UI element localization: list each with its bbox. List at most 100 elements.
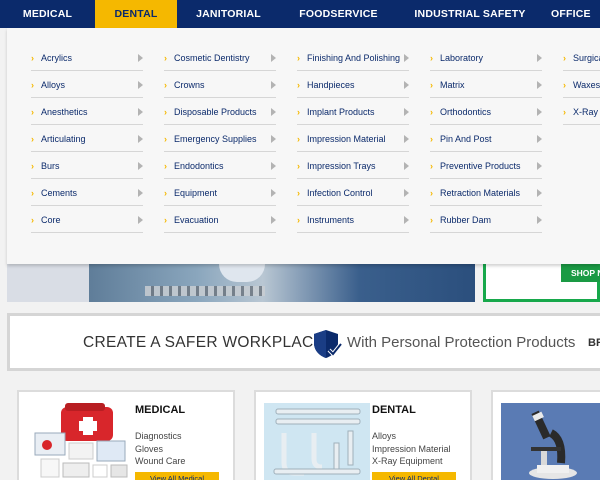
- menu-item-orthodontics[interactable]: › Orthodontics: [430, 98, 542, 125]
- menu-item-disposable-products[interactable]: › Disposable Products: [164, 98, 276, 125]
- hero-photo: [89, 264, 475, 302]
- menu-item-equipment[interactable]: › Equipment: [164, 179, 276, 206]
- tab-industrial-safety[interactable]: INDUSTRIAL SAFETY: [397, 0, 543, 28]
- menu-item-label: Surgical: [573, 53, 600, 63]
- hero-instruments-shape: [145, 286, 265, 296]
- menu-item-label: Finishing And Polishing: [307, 53, 401, 63]
- bullet-icon: ›: [430, 188, 433, 198]
- arrow-right-icon: [537, 189, 542, 197]
- menu-item-label: Preventive Products: [440, 161, 521, 171]
- card-item-list: Alloys Impression Material X-Ray Equipme…: [372, 430, 451, 468]
- menu-item-label: Rubber Dam: [440, 215, 492, 225]
- menu-item-impression-material[interactable]: › Impression Material: [297, 125, 409, 152]
- menu-item-articulating[interactable]: › Articulating: [31, 125, 143, 152]
- arrow-right-icon: [138, 108, 143, 116]
- tab-medical[interactable]: MEDICAL: [0, 0, 95, 28]
- menu-item-core[interactable]: › Core: [31, 206, 143, 233]
- card-item[interactable]: X-Ray Equipment: [372, 455, 451, 468]
- menu-item-label: Anesthetics: [41, 107, 88, 117]
- menu-item-evacuation[interactable]: › Evacuation: [164, 206, 276, 233]
- menu-item-anesthetics[interactable]: › Anesthetics: [31, 98, 143, 125]
- arrow-right-icon: [138, 162, 143, 170]
- view-all-dental-button[interactable]: View All Dental: [372, 472, 456, 480]
- category-card-dental[interactable]: DENTAL Alloys Impression Material X-Ray …: [254, 390, 472, 480]
- menu-item-label: Emergency Supplies: [174, 134, 257, 144]
- menu-item-label: Orthodontics: [440, 107, 492, 117]
- arrow-right-icon: [537, 54, 542, 62]
- bullet-icon: ›: [164, 53, 167, 63]
- menu-item-laboratory[interactable]: › Laboratory: [430, 44, 542, 71]
- menu-item-label: Impression Trays: [307, 161, 376, 171]
- page: MEDICAL DENTAL JANITORIAL FOODSERVICE IN…: [0, 0, 600, 480]
- menu-item-impression-trays[interactable]: › Impression Trays: [297, 152, 409, 179]
- menu-column-3: › Finishing And Polishing › Handpieces › Im…: [297, 44, 409, 233]
- menu-item-cements[interactable]: › Cements: [31, 179, 143, 206]
- menu-item-emergency-supplies[interactable]: › Emergency Supplies: [164, 125, 276, 152]
- shield-check-icon: [314, 330, 342, 358]
- menu-item-label: Infection Control: [307, 188, 373, 198]
- banner-cta-truncated[interactable]: BR: [588, 337, 600, 349]
- menu-item-rubber-dam[interactable]: › Rubber Dam: [430, 206, 542, 233]
- card-item[interactable]: Diagnostics: [135, 430, 185, 443]
- bullet-icon: ›: [164, 188, 167, 198]
- menu-item-implant-products[interactable]: › Implant Products: [297, 98, 409, 125]
- menu-item-surgical[interactable]: › Surgical: [563, 44, 600, 71]
- card-item[interactable]: Wound Care: [135, 455, 185, 468]
- menu-item-label: Handpieces: [307, 80, 355, 90]
- menu-item-instruments[interactable]: › Instruments: [297, 206, 409, 233]
- menu-item-preventive-products[interactable]: › Preventive Products: [430, 152, 542, 179]
- menu-column-2: › Cosmetic Dentistry › Crowns › Disposable …: [164, 44, 276, 233]
- menu-item-burs[interactable]: › Burs: [31, 152, 143, 179]
- menu-item-cosmetic-dentistry[interactable]: › Cosmetic Dentistry: [164, 44, 276, 71]
- shop-now-button[interactable]: SHOP N: [561, 264, 600, 282]
- tab-janitorial[interactable]: JANITORIAL: [177, 0, 280, 28]
- top-nav: MEDICAL DENTAL JANITORIAL FOODSERVICE IN…: [0, 0, 600, 28]
- bullet-icon: ›: [297, 80, 300, 90]
- arrow-right-icon: [404, 108, 409, 116]
- menu-item-label: Instruments: [307, 215, 355, 225]
- menu-item-label: Cements: [41, 188, 78, 198]
- bullet-icon: ›: [430, 161, 433, 171]
- arrow-right-icon: [537, 216, 542, 224]
- arrow-right-icon: [537, 81, 542, 89]
- bullet-icon: ›: [164, 107, 167, 117]
- category-card-medical[interactable]: MEDICAL Diagnostics Gloves Wound Care Vi…: [17, 390, 235, 480]
- menu-item-finishing-and-polishing[interactable]: › Finishing And Polishing: [297, 44, 409, 71]
- tab-office[interactable]: OFFICE: [543, 0, 600, 28]
- card-item[interactable]: Alloys: [372, 430, 451, 443]
- bullet-icon: ›: [31, 161, 34, 171]
- card-item[interactable]: Gloves: [135, 443, 185, 456]
- menu-item-x-ray[interactable]: › X-Ray: [563, 98, 600, 125]
- bullet-icon: ›: [430, 80, 433, 90]
- ppe-promo-banner[interactable]: CREATE A SAFER WORKPLACE With Personal P…: [7, 313, 600, 371]
- menu-item-label: Retraction Materials: [440, 188, 521, 198]
- arrow-right-icon: [138, 135, 143, 143]
- tab-dental[interactable]: DENTAL: [95, 0, 177, 28]
- menu-item-pin-and-post[interactable]: › Pin And Post: [430, 125, 542, 152]
- menu-item-matrix[interactable]: › Matrix: [430, 71, 542, 98]
- bullet-icon: ›: [563, 80, 566, 90]
- bullet-icon: ›: [563, 53, 566, 63]
- menu-item-label: Evacuation: [174, 215, 219, 225]
- menu-item-endodontics[interactable]: › Endodontics: [164, 152, 276, 179]
- arrow-right-icon: [271, 54, 276, 62]
- menu-item-label: Implant Products: [307, 107, 375, 117]
- bullet-icon: ›: [430, 215, 433, 225]
- card-item[interactable]: Impression Material: [372, 443, 451, 456]
- menu-item-retraction-materials[interactable]: › Retraction Materials: [430, 179, 542, 206]
- menu-item-acrylics[interactable]: › Acrylics: [31, 44, 143, 71]
- menu-item-waxes[interactable]: › Waxes: [563, 71, 600, 98]
- menu-item-infection-control[interactable]: › Infection Control: [297, 179, 409, 206]
- arrow-right-icon: [271, 216, 276, 224]
- category-card-lab[interactable]: [491, 390, 600, 480]
- menu-item-label: Pin And Post: [440, 134, 492, 144]
- dental-mega-menu: › Acrylics › Alloys › Anesthetics › Articula…: [7, 28, 600, 264]
- menu-item-crowns[interactable]: › Crowns: [164, 71, 276, 98]
- menu-item-handpieces[interactable]: › Handpieces: [297, 71, 409, 98]
- view-all-medical-button[interactable]: View All Medical: [135, 472, 219, 480]
- arrow-right-icon: [138, 189, 143, 197]
- tab-foodservice[interactable]: FOODSERVICE: [280, 0, 397, 28]
- menu-item-alloys[interactable]: › Alloys: [31, 71, 143, 98]
- bullet-icon: ›: [31, 107, 34, 117]
- bullet-icon: ›: [430, 53, 433, 63]
